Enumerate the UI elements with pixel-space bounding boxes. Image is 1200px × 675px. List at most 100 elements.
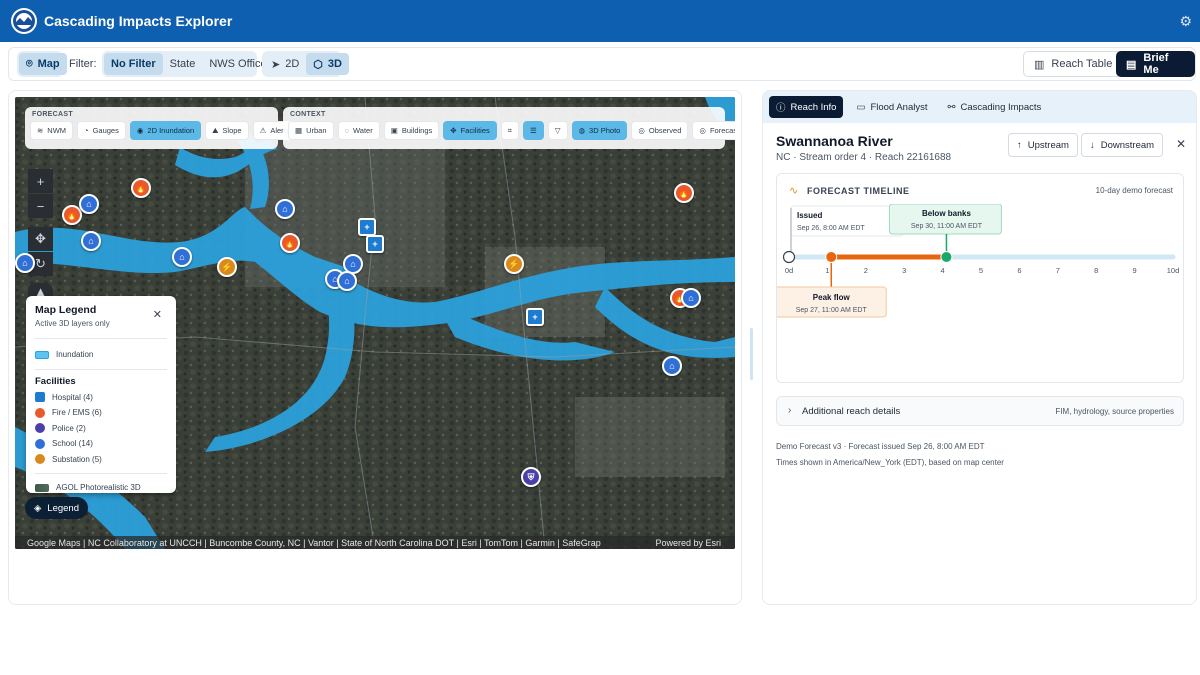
- observed-icon: ◎: [638, 126, 645, 135]
- hospital-icon: [35, 392, 45, 403]
- layer-3d-photo-button[interactable]: ◍ 3D Photo: [571, 121, 628, 140]
- brief-me-label: Brief Me: [1143, 52, 1169, 76]
- timeline-tick-label: 5: [979, 266, 983, 275]
- hospital-marker[interactable]: +: [358, 218, 376, 236]
- layer-urban-label: Urban: [306, 126, 327, 135]
- legend-item-police: Police (2): [35, 421, 167, 437]
- legend-school-label: School (14): [52, 439, 93, 449]
- view-toggle-group: ➤ 2D ⬡ 3D: [262, 51, 349, 77]
- powered-by-esri[interactable]: Powered by Esri: [655, 538, 721, 548]
- fire-ems-marker[interactable]: 🔥: [131, 178, 151, 198]
- building-icon: ▣: [390, 126, 398, 135]
- layer-observed-label: Observed: [648, 126, 682, 135]
- issued-label-title: Issued: [797, 211, 822, 220]
- substation-marker[interactable]: ⚡: [504, 254, 524, 274]
- reach-table-button[interactable]: ▥ Reach Table: [1023, 51, 1124, 77]
- tab-cascading-impacts[interactable]: ⚯ Cascading Impacts: [941, 96, 1049, 118]
- tag-filter-button[interactable]: ⌗: [500, 121, 519, 140]
- layer-nwm-label: NWM: [47, 126, 67, 135]
- layer-buildings-label: Buildings: [401, 126, 433, 135]
- water-drop-icon: ◌: [344, 126, 349, 135]
- downstream-button[interactable]: ↓ Downstream: [1081, 133, 1164, 157]
- filter-no-filter[interactable]: No Filter: [104, 53, 163, 75]
- school-marker[interactable]: ⌂: [662, 356, 682, 376]
- view-3d-label: 3D: [327, 58, 342, 70]
- timeline-tick-label: 1: [825, 266, 829, 275]
- map-pin-icon: ⌾: [26, 57, 33, 70]
- zoom-out-button[interactable]: −: [28, 194, 53, 218]
- filter-state[interactable]: State: [163, 53, 203, 75]
- cube-icon: ⬡: [313, 58, 323, 71]
- map-mode-button[interactable]: ⌾ Map: [19, 53, 67, 75]
- view-3d-button[interactable]: ⬡ 3D: [306, 53, 349, 75]
- zoom-in-button[interactable]: +: [28, 169, 53, 193]
- fire-ems-marker[interactable]: 🔥: [674, 183, 694, 203]
- panel-resize-handle[interactable]: [750, 328, 753, 380]
- brief-me-button[interactable]: ▤ Brief Me: [1116, 51, 1195, 77]
- timeline-tick-label: 0d: [785, 266, 793, 275]
- fire-ems-marker[interactable]: 🔥: [280, 233, 300, 253]
- legend-divider: [35, 338, 167, 339]
- layer-gauges-button[interactable]: ◔ Gauges: [77, 121, 126, 140]
- timeline-tick-label: 8: [1094, 266, 1098, 275]
- peak-label-time: Sep 27, 11:00 AM EDT: [796, 307, 868, 314]
- layer-water-button[interactable]: ◌ Water: [337, 121, 380, 140]
- city-icon: ▦: [295, 126, 303, 135]
- tab-reach-info[interactable]: ⓘ Reach Info: [769, 96, 844, 118]
- fire-icon: [35, 407, 45, 418]
- tab-flood-analyst[interactable]: ▭ Flood Analyst: [849, 96, 934, 118]
- below-label-time: Sep 30, 11:00 AM EDT: [911, 223, 983, 230]
- school-marker[interactable]: ⌂: [172, 247, 192, 267]
- school-marker[interactable]: ⌂: [81, 231, 101, 251]
- details-title: Additional reach details: [802, 406, 901, 417]
- sliders-button[interactable]: ☰: [522, 121, 544, 140]
- map-mode-group: ⌾ Map: [17, 51, 67, 77]
- school-marker[interactable]: ⌂: [15, 253, 35, 273]
- pan-icon[interactable]: ✥: [28, 227, 53, 251]
- layer-urban-button[interactable]: ▦ Urban: [288, 121, 334, 140]
- layer-3d-photo-label: 3D Photo: [589, 126, 621, 135]
- view-2d-button[interactable]: ➤ 2D: [264, 53, 306, 75]
- school-marker[interactable]: ⌂: [79, 194, 99, 214]
- additional-details-row[interactable]: › Additional reach details FIM, hydrolog…: [776, 396, 1184, 426]
- legend-divider: [35, 473, 167, 474]
- funnel-filter-button[interactable]: ▽: [547, 121, 568, 140]
- school-marker[interactable]: ⌂: [275, 199, 295, 219]
- layer-2d-inundation-button[interactable]: ◉ 2D Inundation: [129, 121, 202, 140]
- close-panel-icon[interactable]: ✕: [1176, 137, 1186, 151]
- chat-icon: ▭: [856, 101, 866, 113]
- map-attribution: Google Maps | NC Collaboratory at UNCCH …: [15, 536, 735, 549]
- upstream-button[interactable]: ↑ Upstream: [1008, 133, 1078, 157]
- tab-flood-analyst-label: Flood Analyst: [870, 101, 928, 113]
- legend-item-fire: Fire / EMS (6): [35, 405, 167, 421]
- lightning-icon: [35, 454, 45, 465]
- river-name: Swannanoa River: [776, 133, 893, 149]
- police-marker[interactable]: ⛨: [521, 467, 541, 487]
- layer-nwm-button[interactable]: ≋ NWM: [30, 121, 74, 140]
- hospital-marker[interactable]: +: [526, 308, 544, 326]
- legend-inundation-label: Inundation: [56, 350, 94, 360]
- layer-observed-button[interactable]: ◎ Observed: [631, 121, 689, 140]
- arrow-down-icon: ↓: [1090, 139, 1095, 151]
- layer-gauges-label: Gauges: [92, 126, 119, 135]
- legend-close-icon[interactable]: ✕: [153, 308, 162, 321]
- layer-slope-button[interactable]: ⛰ Slope: [205, 121, 249, 140]
- hospital-marker[interactable]: +: [366, 235, 384, 253]
- school-marker[interactable]: ⌂: [681, 288, 701, 308]
- tab-reach-info-label: Reach Info: [790, 101, 837, 113]
- legend-item-basemap: AGOL Photorealistic 3D: [35, 480, 167, 496]
- layer-buildings-button[interactable]: ▣ Buildings: [383, 121, 440, 140]
- layer-facilities-button[interactable]: ✥ Facilities: [443, 121, 497, 140]
- issued-label-time: Sep 26, 8:00 AM EDT: [797, 225, 865, 232]
- substation-marker[interactable]: ⚡: [217, 257, 237, 277]
- legend-facilities-heading: Facilities: [35, 375, 76, 387]
- peak-point: [825, 251, 838, 263]
- legend-toggle-button[interactable]: ◈ Legend: [25, 497, 88, 519]
- below-label-title: Below banks: [922, 209, 971, 218]
- legend-divider: [35, 368, 167, 370]
- bar-chart-icon: ▥: [1034, 58, 1045, 71]
- settings-gear-icon[interactable]: ⚙: [1179, 13, 1192, 30]
- school-marker[interactable]: ⌂: [337, 271, 357, 291]
- tag-icon: ⌗: [507, 125, 512, 135]
- layer-forecast-button[interactable]: ◎Forecast: [692, 121, 735, 140]
